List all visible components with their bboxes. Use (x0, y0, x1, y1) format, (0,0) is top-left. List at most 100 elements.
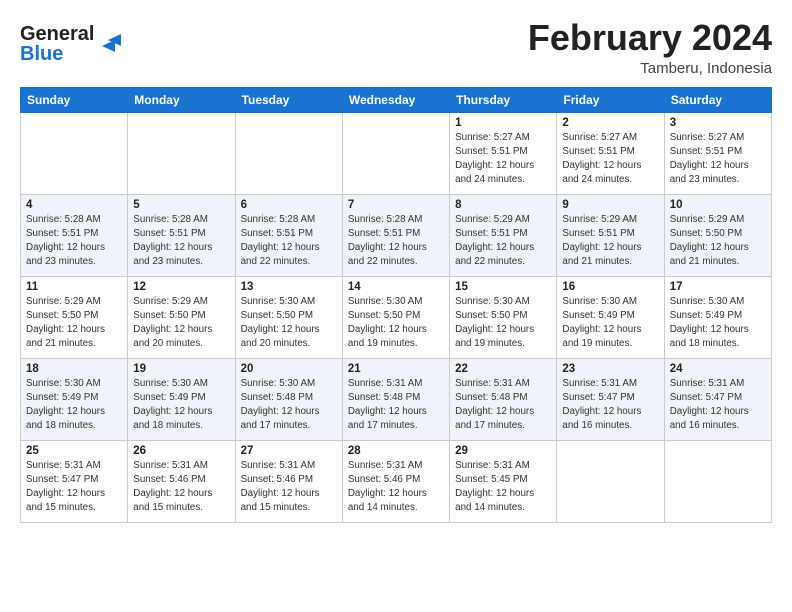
day-number: 19 (133, 363, 229, 375)
svg-text:General: General (20, 23, 94, 45)
calendar-cell: 12 Sunrise: 5:29 AM Sunset: 5:50 PM Dayli… (128, 276, 235, 358)
calendar-week-row: 18 Sunrise: 5:30 AM Sunset: 5:49 PM Dayli… (21, 358, 772, 440)
day-number: 12 (133, 281, 229, 293)
day-number: 27 (241, 445, 337, 457)
calendar-cell: 17 Sunrise: 5:30 AM Sunset: 5:49 PM Dayli… (664, 276, 771, 358)
day-number: 1 (455, 117, 551, 129)
day-info: Sunrise: 5:31 AM Sunset: 5:46 PM Dayligh… (241, 459, 337, 516)
day-number: 13 (241, 281, 337, 293)
month-title: February 2024 (528, 18, 772, 58)
calendar-cell (21, 112, 128, 194)
day-info: Sunrise: 5:30 AM Sunset: 5:49 PM Dayligh… (562, 295, 658, 352)
page: General Blue February 2024 Tamberu, Indo… (0, 0, 792, 533)
calendar-header-row: SundayMondayTuesdayWednesdayThursdayFrid… (21, 87, 772, 112)
day-of-week-saturday: Saturday (664, 87, 771, 112)
day-of-week-sunday: Sunday (21, 87, 128, 112)
calendar-cell: 24 Sunrise: 5:31 AM Sunset: 5:47 PM Dayli… (664, 358, 771, 440)
calendar-cell: 14 Sunrise: 5:30 AM Sunset: 5:50 PM Dayli… (342, 276, 449, 358)
day-info: Sunrise: 5:30 AM Sunset: 5:49 PM Dayligh… (133, 377, 229, 434)
calendar-cell: 3Sunrise: 5:27 AM Sunset: 5:51 PM Daylig… (664, 112, 771, 194)
day-of-week-monday: Monday (128, 87, 235, 112)
logo-text: General Blue (20, 18, 130, 73)
day-number: 28 (348, 445, 444, 457)
day-info: Sunrise: 5:30 AM Sunset: 5:49 PM Dayligh… (26, 377, 122, 434)
day-number: 24 (670, 363, 766, 375)
subtitle: Tamberu, Indonesia (528, 60, 772, 77)
day-info: Sunrise: 5:28 AM Sunset: 5:51 PM Dayligh… (348, 213, 444, 270)
day-info: Sunrise: 5:31 AM Sunset: 5:46 PM Dayligh… (348, 459, 444, 516)
day-info: Sunrise: 5:31 AM Sunset: 5:47 PM Dayligh… (26, 459, 122, 516)
day-info: Sunrise: 5:30 AM Sunset: 5:49 PM Dayligh… (670, 295, 766, 352)
day-number: 8 (455, 199, 551, 211)
header: General Blue February 2024 Tamberu, Indo… (20, 18, 772, 77)
calendar-cell: 26 Sunrise: 5:31 AM Sunset: 5:46 PM Dayli… (128, 440, 235, 522)
calendar-cell: 1 Sunrise: 5:27 AM Sunset: 5:51 PM Daylig… (450, 112, 557, 194)
day-number: 29 (455, 445, 551, 457)
calendar-cell: 10Sunrise: 5:29 AM Sunset: 5:50 PM Dayli… (664, 194, 771, 276)
calendar-cell: 19 Sunrise: 5:30 AM Sunset: 5:49 PM Dayli… (128, 358, 235, 440)
calendar-cell (235, 112, 342, 194)
calendar-cell: 8 Sunrise: 5:29 AM Sunset: 5:51 PM Daylig… (450, 194, 557, 276)
day-number: 14 (348, 281, 444, 293)
day-info: Sunrise: 5:29 AM Sunset: 5:50 PM Dayligh… (26, 295, 122, 352)
day-info: Sunrise: 5:29 AM Sunset: 5:51 PM Dayligh… (562, 213, 658, 270)
logo: General Blue (20, 18, 130, 73)
day-info: Sunrise: 5:31 AM Sunset: 5:47 PM Dayligh… (670, 377, 766, 434)
day-number: 7 (348, 199, 444, 211)
day-info: Sunrise: 5:31 AM Sunset: 5:48 PM Dayligh… (348, 377, 444, 434)
day-number: 17 (670, 281, 766, 293)
day-of-week-thursday: Thursday (450, 87, 557, 112)
calendar-cell (664, 440, 771, 522)
calendar-cell: 13Sunrise: 5:30 AM Sunset: 5:50 PM Dayli… (235, 276, 342, 358)
calendar-cell: 29 Sunrise: 5:31 AM Sunset: 5:45 PM Dayli… (450, 440, 557, 522)
day-info: Sunrise: 5:29 AM Sunset: 5:50 PM Dayligh… (133, 295, 229, 352)
calendar-cell: 20Sunrise: 5:30 AM Sunset: 5:48 PM Dayli… (235, 358, 342, 440)
calendar-week-row: 1 Sunrise: 5:27 AM Sunset: 5:51 PM Daylig… (21, 112, 772, 194)
calendar-cell: 6Sunrise: 5:28 AM Sunset: 5:51 PM Daylig… (235, 194, 342, 276)
calendar-cell: 21 Sunrise: 5:31 AM Sunset: 5:48 PM Dayli… (342, 358, 449, 440)
day-info: Sunrise: 5:30 AM Sunset: 5:50 PM Dayligh… (455, 295, 551, 352)
calendar-week-row: 11 Sunrise: 5:29 AM Sunset: 5:50 PM Dayli… (21, 276, 772, 358)
calendar-cell: 18 Sunrise: 5:30 AM Sunset: 5:49 PM Dayli… (21, 358, 128, 440)
day-info: Sunrise: 5:28 AM Sunset: 5:51 PM Dayligh… (133, 213, 229, 270)
calendar-week-row: 4Sunrise: 5:28 AM Sunset: 5:51 PM Daylig… (21, 194, 772, 276)
calendar-cell: 16Sunrise: 5:30 AM Sunset: 5:49 PM Dayli… (557, 276, 664, 358)
day-number: 20 (241, 363, 337, 375)
day-info: Sunrise: 5:29 AM Sunset: 5:51 PM Dayligh… (455, 213, 551, 270)
day-number: 3 (670, 117, 766, 129)
day-info: Sunrise: 5:31 AM Sunset: 5:46 PM Dayligh… (133, 459, 229, 516)
calendar: SundayMondayTuesdayWednesdayThursdayFrid… (20, 87, 772, 523)
calendar-cell: 11 Sunrise: 5:29 AM Sunset: 5:50 PM Dayli… (21, 276, 128, 358)
day-number: 22 (455, 363, 551, 375)
calendar-cell (128, 112, 235, 194)
day-of-week-friday: Friday (557, 87, 664, 112)
calendar-cell: 22Sunrise: 5:31 AM Sunset: 5:48 PM Dayli… (450, 358, 557, 440)
day-number: 9 (562, 199, 658, 211)
day-info: Sunrise: 5:28 AM Sunset: 5:51 PM Dayligh… (26, 213, 122, 270)
day-info: Sunrise: 5:31 AM Sunset: 5:47 PM Dayligh… (562, 377, 658, 434)
calendar-cell: 5 Sunrise: 5:28 AM Sunset: 5:51 PM Daylig… (128, 194, 235, 276)
day-number: 2 (562, 117, 658, 129)
calendar-cell (342, 112, 449, 194)
day-number: 23 (562, 363, 658, 375)
calendar-cell: 7 Sunrise: 5:28 AM Sunset: 5:51 PM Daylig… (342, 194, 449, 276)
calendar-cell: 4Sunrise: 5:28 AM Sunset: 5:51 PM Daylig… (21, 194, 128, 276)
day-info: Sunrise: 5:30 AM Sunset: 5:50 PM Dayligh… (348, 295, 444, 352)
calendar-cell: 9 Sunrise: 5:29 AM Sunset: 5:51 PM Daylig… (557, 194, 664, 276)
day-number: 15 (455, 281, 551, 293)
calendar-cell: 15 Sunrise: 5:30 AM Sunset: 5:50 PM Dayli… (450, 276, 557, 358)
day-number: 18 (26, 363, 122, 375)
day-number: 26 (133, 445, 229, 457)
day-number: 5 (133, 199, 229, 211)
day-info: Sunrise: 5:27 AM Sunset: 5:51 PM Dayligh… (455, 131, 551, 188)
day-info: Sunrise: 5:31 AM Sunset: 5:45 PM Dayligh… (455, 459, 551, 516)
calendar-cell: 2 Sunrise: 5:27 AM Sunset: 5:51 PM Daylig… (557, 112, 664, 194)
day-number: 21 (348, 363, 444, 375)
day-info: Sunrise: 5:27 AM Sunset: 5:51 PM Dayligh… (562, 131, 658, 188)
calendar-cell: 25 Sunrise: 5:31 AM Sunset: 5:47 PM Dayli… (21, 440, 128, 522)
day-of-week-wednesday: Wednesday (342, 87, 449, 112)
svg-text:Blue: Blue (20, 43, 63, 65)
calendar-cell: 23 Sunrise: 5:31 AM Sunset: 5:47 PM Dayli… (557, 358, 664, 440)
day-number: 25 (26, 445, 122, 457)
day-number: 11 (26, 281, 122, 293)
